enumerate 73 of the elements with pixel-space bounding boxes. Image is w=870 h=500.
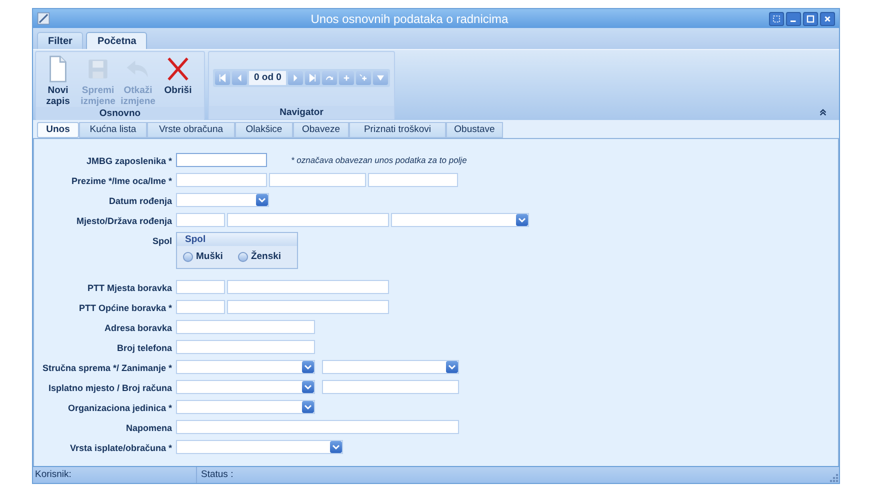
dropdown-field[interactable] [176, 400, 315, 414]
input-field[interactable] [176, 173, 267, 187]
required-note: * označava obavezan unos podatka za to polje [291, 154, 467, 167]
radio-button[interactable] [183, 252, 193, 262]
field-label: PTT Općine boravka * [78, 302, 173, 316]
input-field[interactable] [227, 213, 389, 227]
ribbon-tab[interactable]: Filter [37, 32, 84, 49]
field-label: Prezime */Ime oca/Ime * [70, 175, 173, 188]
form-tab[interactable]: Obaveze [293, 122, 349, 138]
maximize-icon[interactable] [803, 12, 818, 26]
field-label: Isplatno mjesto / Broj računa [47, 382, 173, 396]
form-tab[interactable]: Kućna lista [79, 122, 147, 138]
dropdown-field[interactable] [176, 360, 315, 374]
add-after-icon[interactable] [356, 71, 372, 85]
delete-x-icon [166, 55, 190, 83]
group-label: Osnovno [36, 107, 204, 120]
app-icon [37, 12, 50, 25]
radio-option[interactable]: Ženski [238, 250, 282, 264]
dropdown-field[interactable] [176, 380, 315, 394]
close-icon[interactable] [820, 12, 835, 26]
field-label: Broj telefona [116, 342, 173, 356]
field-label: Datum rođenja [108, 195, 173, 208]
input-field[interactable] [269, 173, 366, 187]
input-field[interactable] [227, 280, 389, 294]
input-field[interactable] [227, 300, 389, 314]
last-record-icon[interactable] [305, 71, 320, 85]
filter-icon[interactable] [373, 71, 388, 85]
form-tab[interactable]: Vrste obračuna [147, 122, 235, 138]
input-field[interactable] [176, 280, 225, 294]
field-label: JMBG zaposlenika * [85, 155, 173, 168]
form-tab[interactable]: Olakšice [235, 122, 293, 138]
resize-grip-icon[interactable] [830, 474, 838, 482]
window-title: Unos osnovnih podataka o radnicima [310, 10, 510, 28]
ribbon-tab[interactable]: Početna [86, 32, 148, 49]
input-field[interactable] [176, 340, 315, 354]
minimize-icon[interactable] [786, 12, 801, 26]
group-label: Navigator [209, 106, 394, 119]
dropdown-field[interactable] [176, 440, 343, 454]
input-field[interactable] [176, 420, 459, 434]
field-label: Adresa boravka [103, 322, 173, 336]
field-label: PTT Mjesta boravka [86, 282, 173, 296]
dropdown-field[interactable] [176, 193, 269, 207]
form-tab[interactable]: Obustave [446, 122, 503, 138]
status-label: Status : [201, 468, 234, 482]
restore-icon[interactable] [769, 12, 784, 26]
previous-record-icon[interactable] [232, 71, 247, 85]
field-label: Stručna sprema */ Zanimanje * [41, 362, 173, 376]
input-field[interactable] [176, 300, 225, 314]
input-field[interactable] [322, 380, 459, 394]
input-field[interactable] [176, 320, 315, 334]
field-label: Organizaciona jedinica * [66, 402, 173, 416]
input-field[interactable] [176, 153, 267, 167]
input-field[interactable] [368, 173, 458, 187]
input-field[interactable] [176, 213, 225, 227]
radio-option[interactable]: Muški [183, 250, 223, 264]
record-position: 0 od 0 [249, 71, 286, 85]
first-record-icon[interactable] [215, 71, 230, 85]
field-label: Spol [152, 235, 173, 248]
toolbar-button[interactable]: Novi zapis [40, 55, 76, 107]
field-label: Vrsta isplate/obračuna * [68, 442, 173, 456]
field-label: Napomena [124, 422, 173, 436]
collapse-ribbon-icon[interactable] [819, 108, 827, 116]
form-tab[interactable]: Unos [37, 122, 79, 138]
add-icon[interactable] [339, 71, 354, 85]
form-tab[interactable]: Priznati troškovi [349, 122, 446, 138]
user-label: Korisnik: [35, 468, 72, 482]
dropdown-field[interactable] [322, 360, 459, 374]
next-record-icon[interactable] [288, 71, 304, 85]
radio-button[interactable] [238, 252, 248, 262]
toolbar-button[interactable]: Obriši [160, 55, 196, 96]
group-title: Spol [177, 233, 297, 246]
dropdown-field[interactable] [391, 213, 529, 227]
field-label: Mjesto/Država rođenja [75, 215, 173, 228]
